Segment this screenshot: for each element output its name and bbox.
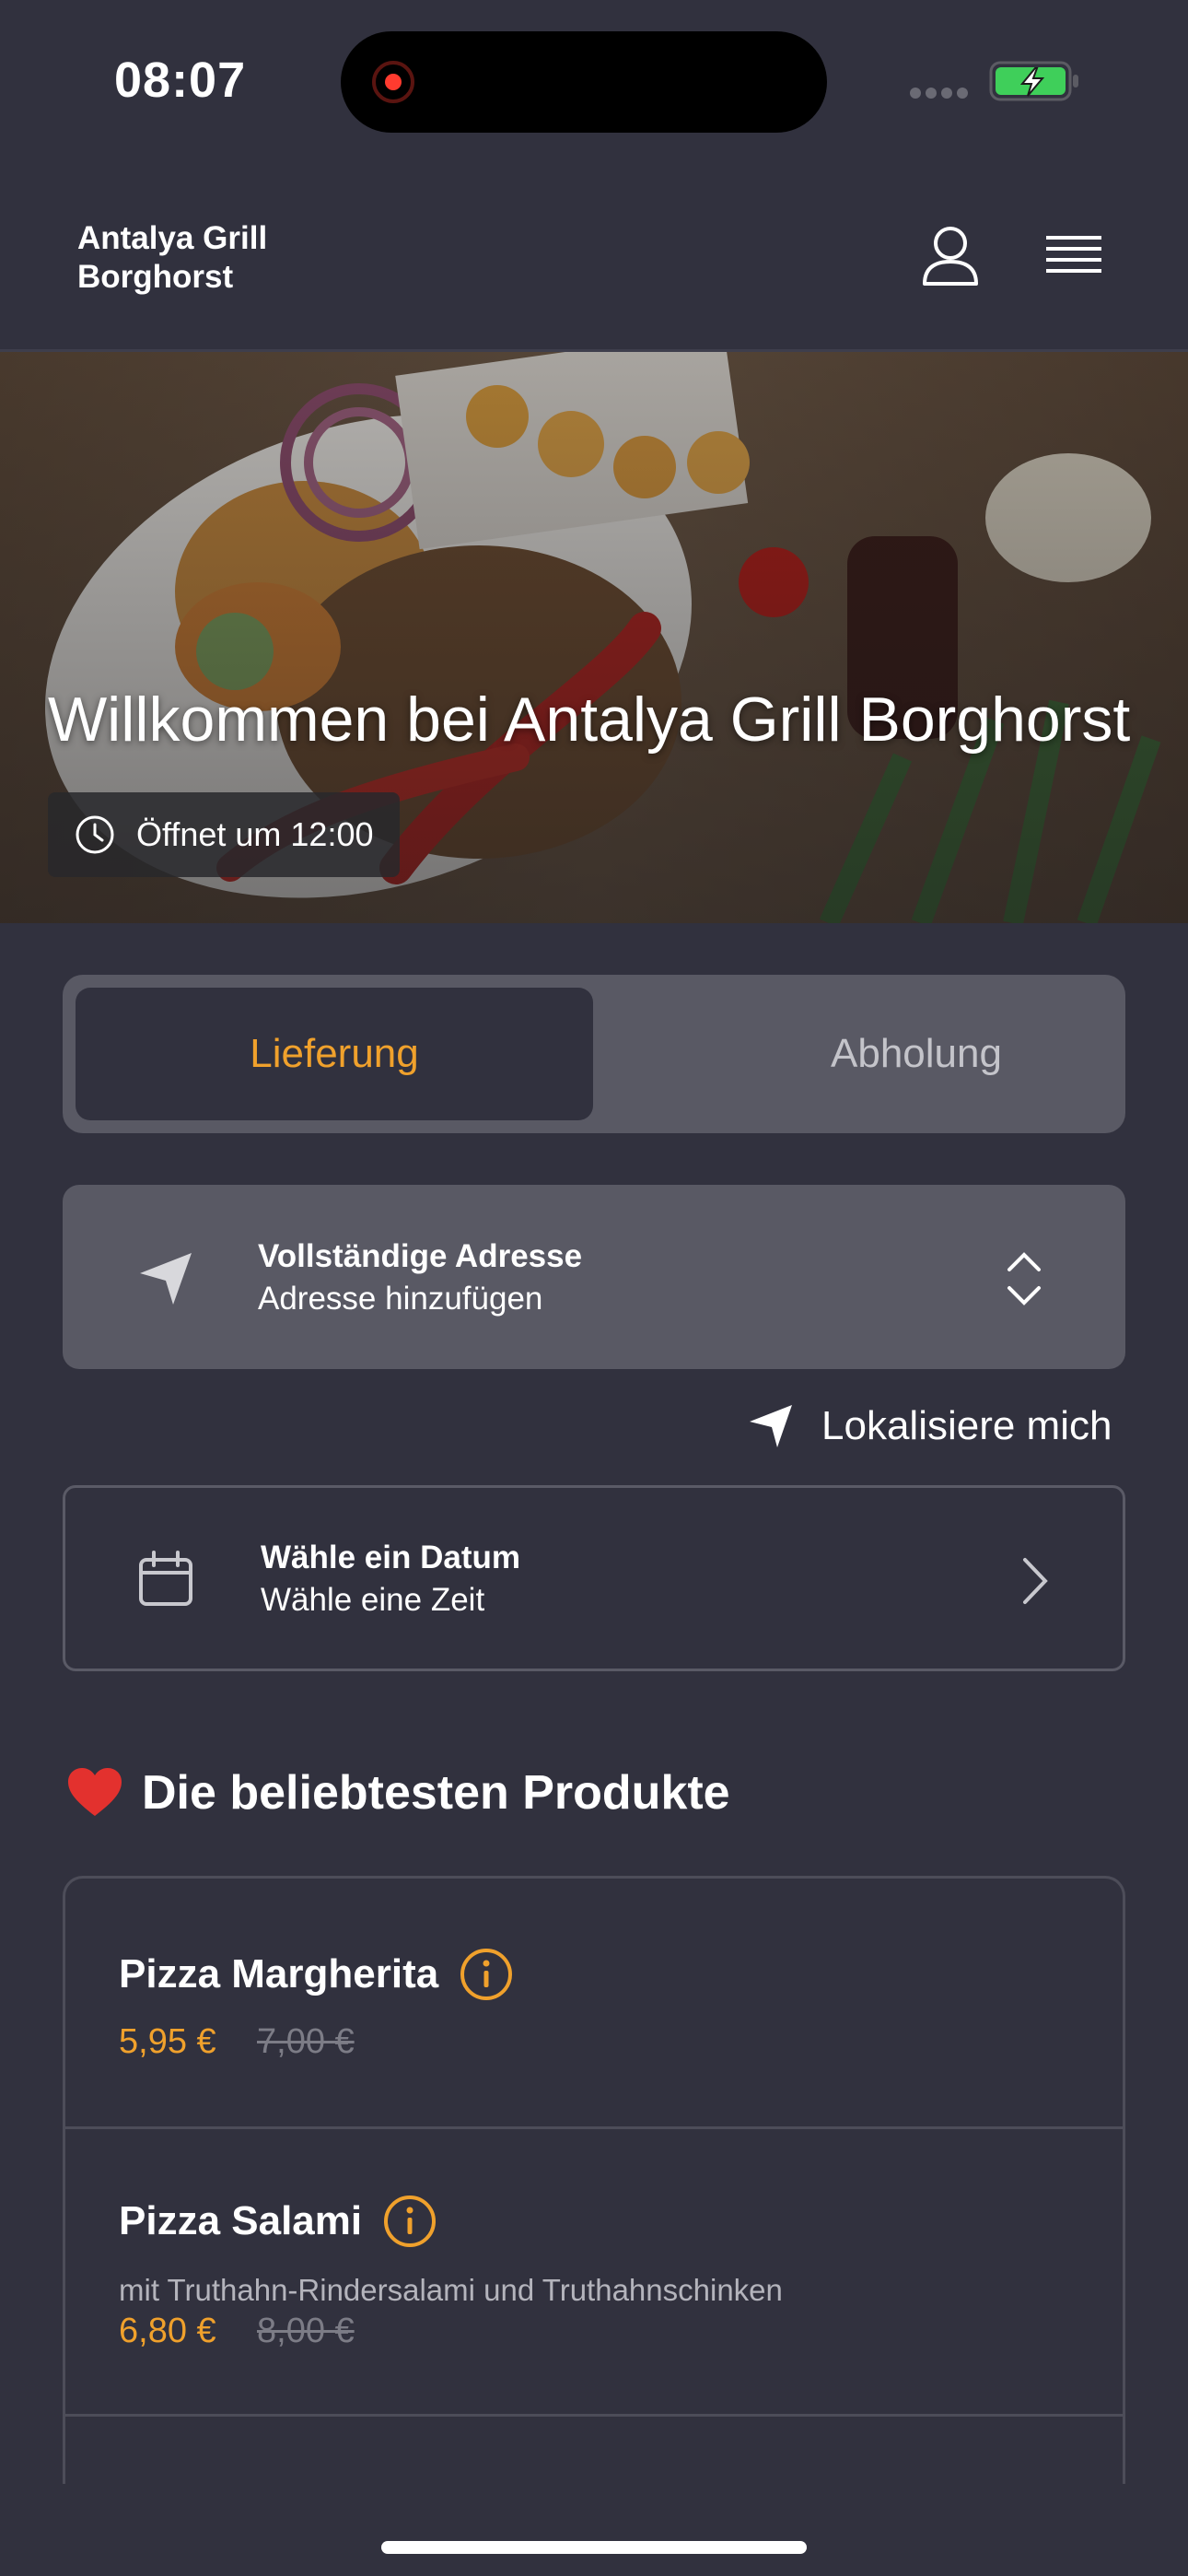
- time-subtitle: Wähle eine Zeit: [261, 1582, 485, 1618]
- opening-hours-text: Öffnet um 12:00: [136, 815, 374, 853]
- signal-icon: [910, 87, 974, 99]
- product-name: Pizza Salami: [119, 2198, 363, 2243]
- product-old-price: 8,00 €: [257, 2312, 355, 2350]
- product-old-price: 7,00 €: [257, 2022, 355, 2061]
- hero-banner: Willkommen bei Antalya Grill Borghorst Ö…: [0, 352, 1188, 923]
- locate-me-label: Lokalisiere mich: [821, 1403, 1112, 1448]
- info-icon[interactable]: [382, 2194, 437, 2249]
- user-account-icon[interactable]: [914, 221, 987, 295]
- status-bar: 08:07: [0, 0, 1188, 157]
- popular-products-heading: Die beliebtesten Produkte: [66, 1765, 730, 1821]
- recording-indicator-icon: [372, 61, 414, 103]
- clock-icon: [76, 815, 114, 854]
- battery-charging-icon: [989, 61, 1078, 101]
- product-name-row: Pizza Margherita: [119, 1947, 514, 2002]
- dynamic-island: [341, 31, 827, 133]
- status-time: 08:07: [114, 53, 247, 108]
- popular-products-title: Die beliebtesten Produkte: [142, 1766, 730, 1820]
- home-indicator[interactable]: [381, 2541, 807, 2554]
- chevron-up-down-icon: [1007, 1252, 1041, 1306]
- tab-delivery[interactable]: Lieferung: [76, 988, 593, 1120]
- popular-products-list: Pizza Margherita 5,95 € 7,00 € Pizza Sal…: [63, 1876, 1125, 2484]
- address-selector[interactable]: Vollständige Adresse Adresse hinzufügen: [63, 1185, 1125, 1369]
- hamburger-menu-icon[interactable]: [1041, 227, 1107, 286]
- locate-me-button[interactable]: Lokalisiere mich: [746, 1399, 1112, 1454]
- opening-hours-badge: Öffnet um 12:00: [48, 792, 400, 877]
- calendar-icon: [139, 1551, 192, 1606]
- brand-line-1: Antalya Grill: [77, 220, 268, 256]
- address-subtitle: Adresse hinzufügen: [258, 1281, 543, 1317]
- welcome-title: Willkommen bei Antalya Grill Borghorst: [48, 685, 1131, 755]
- address-title: Vollständige Adresse: [258, 1238, 583, 1274]
- order-mode-toggle: Lieferung Abholung: [63, 975, 1125, 1133]
- product-price: 6,80 €: [119, 2312, 216, 2350]
- brand-line-2: Borghorst: [77, 259, 234, 295]
- product-item[interactable]: Pizza Salami mit Truthahn-Rindersalami u…: [65, 2129, 1123, 2417]
- location-arrow-icon: [750, 1405, 792, 1447]
- app-header: Antalya Grill Borghorst: [0, 157, 1188, 352]
- brand-name[interactable]: Antalya Grill Borghorst: [77, 219, 267, 297]
- heart-icon: [68, 1768, 122, 1816]
- product-description: mit Truthahn-Rindersalami und Truthahnsc…: [119, 2273, 783, 2307]
- app-screen: 08:07 Antalya Grill Borghorst Willkommen…: [0, 0, 1188, 2576]
- chevron-right-icon: [1023, 1558, 1048, 1604]
- date-time-selector[interactable]: Wähle ein Datum Wähle eine Zeit: [63, 1485, 1125, 1671]
- location-arrow-icon: [140, 1253, 192, 1305]
- tab-pickup[interactable]: Abholung: [663, 988, 1170, 1120]
- product-item[interactable]: Pizza Margherita 5,95 € 7,00 €: [65, 1879, 1123, 2129]
- info-icon[interactable]: [459, 1947, 514, 2002]
- product-price: 5,95 €: [119, 2022, 216, 2061]
- date-title: Wähle ein Datum: [261, 1540, 520, 1575]
- product-name: Pizza Margherita: [119, 1951, 439, 1996]
- product-name-row: Pizza Salami: [119, 2194, 437, 2249]
